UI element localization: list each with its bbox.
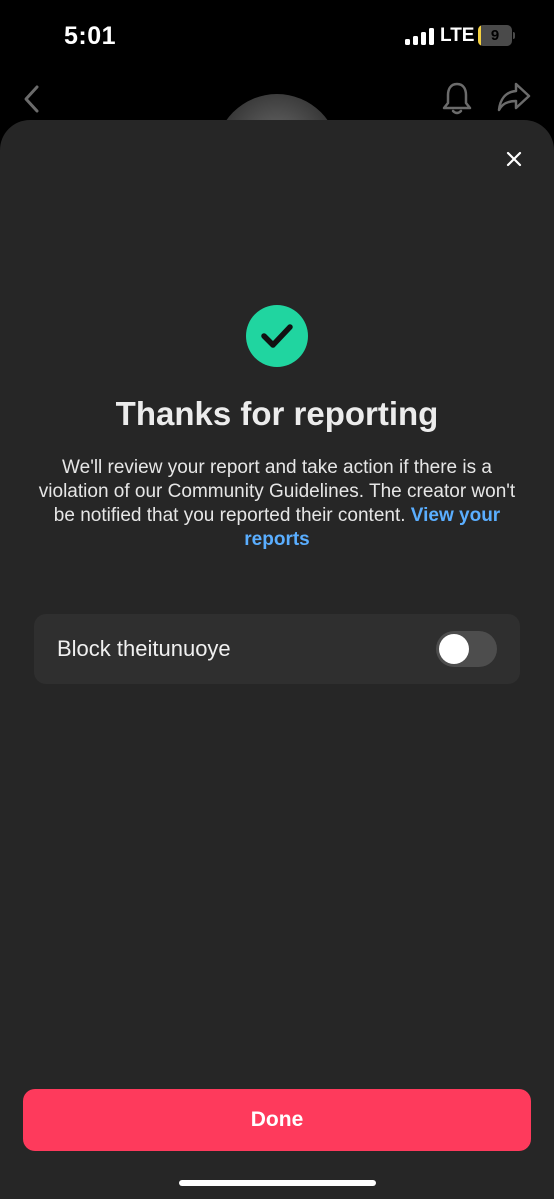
report-confirmation-sheet: Thanks for reporting We'll review your r… <box>0 120 554 1199</box>
report-message: We'll review your report and take action… <box>36 456 518 552</box>
share-icon[interactable] <box>496 80 532 114</box>
toggle-knob <box>439 634 469 664</box>
success-checkmark-icon <box>246 305 308 367</box>
block-user-toggle[interactable] <box>436 631 497 667</box>
network-label: LTE <box>440 25 475 46</box>
back-icon[interactable] <box>20 84 44 114</box>
done-button[interactable]: Done <box>23 1089 531 1151</box>
battery-icon: 9 <box>478 25 515 46</box>
screen: 5:01 LTE 9 Thanks for reporting We'll re… <box>0 0 554 1199</box>
battery-level: 9 <box>490 27 500 44</box>
status-bar: 5:01 LTE 9 <box>0 0 554 72</box>
status-time: 5:01 <box>64 22 117 50</box>
block-user-row: Block theitunuoye <box>34 614 520 684</box>
home-indicator <box>179 1180 376 1186</box>
block-user-label: Block theitunuoye <box>57 636 231 661</box>
page-title: Thanks for reporting <box>115 395 439 432</box>
bell-icon[interactable] <box>441 80 473 116</box>
close-button[interactable] <box>497 142 531 176</box>
close-icon <box>506 151 522 167</box>
signal-icon <box>405 28 435 45</box>
